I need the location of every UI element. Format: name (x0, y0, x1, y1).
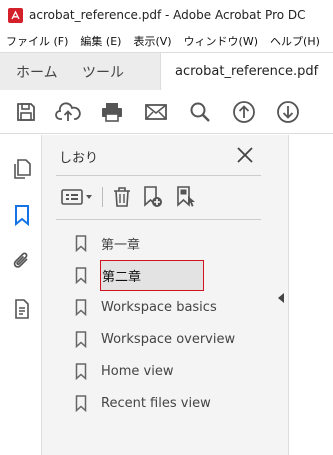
page-thumbnails-button[interactable] (10, 157, 34, 181)
tab-home[interactable]: ホーム (0, 53, 70, 90)
bookmark-item[interactable]: Workspace overview (74, 323, 274, 355)
page-up-icon (233, 100, 255, 123)
panel-divider-2 (56, 219, 261, 220)
menu-bar: ファイル (F) 編集 (E) 表示(V) ウィンドウ(W) ヘルプ(H) (0, 30, 333, 52)
tab-bar: ホーム ツール acrobat_reference.pdf (0, 52, 333, 90)
bookmark-item[interactable]: Workspace basics (74, 291, 274, 323)
main-toolbar (0, 90, 333, 134)
bookmarks-button[interactable] (10, 203, 34, 227)
delete-icon (114, 187, 130, 207)
bookmark-item[interactable]: Recent files view (74, 387, 274, 419)
attachment-icon (13, 252, 28, 268)
bookmark-icon (74, 298, 88, 316)
bookmark-icon (74, 266, 88, 284)
menu-help[interactable]: ヘルプ(H) (264, 33, 326, 49)
bookmark-item[interactable]: Home view (74, 355, 274, 387)
tab-tools[interactable]: ツール (70, 53, 160, 90)
search-icon (190, 102, 210, 122)
options-menu-icon (61, 189, 92, 205)
search-button[interactable] (178, 90, 222, 134)
bookmark-label: Workspace basics (101, 299, 217, 315)
tab-document[interactable]: acrobat_reference.pdf (160, 53, 333, 90)
page-down-icon (277, 100, 299, 123)
panel-title: しおり (59, 151, 99, 166)
toolbar-divider (102, 187, 103, 207)
panel-collapse-strip[interactable] (275, 135, 289, 455)
upload-button[interactable] (46, 90, 90, 134)
save-icon (17, 102, 35, 121)
next-page-button[interactable] (266, 90, 310, 134)
close-icon (237, 147, 253, 163)
pages-icon (14, 159, 31, 179)
bookmark-search-icon (177, 186, 195, 207)
bookmark-icon (15, 205, 29, 226)
document-view[interactable] (290, 135, 333, 455)
menu-file[interactable]: ファイル (F) (0, 33, 74, 49)
bookmark-icon (74, 330, 88, 348)
bookmark-icon (74, 394, 88, 412)
email-icon (145, 103, 167, 120)
print-button[interactable] (90, 90, 134, 134)
bookmark-list: 第一章 第二章 Workspace basics Workspace overv… (74, 227, 274, 419)
save-button[interactable] (6, 90, 46, 134)
document-properties-button[interactable] (10, 297, 34, 321)
acrobat-logo-icon (8, 7, 23, 23)
email-button[interactable] (134, 90, 178, 134)
bookmark-label[interactable]: 第二章 (100, 259, 205, 291)
document-properties-icon (15, 299, 29, 319)
options-menu-button[interactable] (56, 183, 96, 211)
menu-edit[interactable]: 編集 (E) (74, 33, 127, 49)
new-bookmark-button[interactable] (135, 183, 171, 211)
menu-window[interactable]: ウィンドウ(W) (178, 33, 264, 49)
print-icon (102, 102, 122, 122)
bookmark-toolbar (56, 183, 201, 211)
bookmark-item-selected[interactable]: 第二章 (74, 259, 274, 291)
bookmark-label: Workspace overview (101, 331, 236, 347)
panel-divider (56, 175, 261, 176)
bookmark-label: Home view (101, 363, 174, 379)
menu-view[interactable]: 表示(V) (127, 33, 177, 49)
bookmark-icon (74, 362, 88, 380)
bookmark-item[interactable]: 第一章 (74, 227, 274, 259)
bookmark-search-button[interactable] (171, 183, 201, 211)
bookmark-icon (74, 234, 88, 252)
delete-bookmark-button[interactable] (109, 183, 135, 211)
previous-page-button[interactable] (222, 90, 266, 134)
window-title: acrobat_reference.pdf - Adobe Acrobat Pr… (29, 8, 306, 22)
attachments-button[interactable] (10, 249, 34, 273)
title-bar: acrobat_reference.pdf - Adobe Acrobat Pr… (0, 0, 333, 30)
new-bookmark-icon (144, 186, 162, 207)
close-panel-button[interactable] (235, 145, 255, 165)
bookmark-label: Recent files view (101, 395, 211, 411)
navigation-rail (0, 135, 42, 455)
bookmarks-panel: しおり 第一章 第二章 Workspace basics Workspace o… (42, 135, 275, 455)
bookmark-label: 第一章 (101, 237, 141, 253)
upload-cloud-icon (55, 101, 81, 121)
collapse-arrow-icon[interactable] (278, 293, 284, 303)
